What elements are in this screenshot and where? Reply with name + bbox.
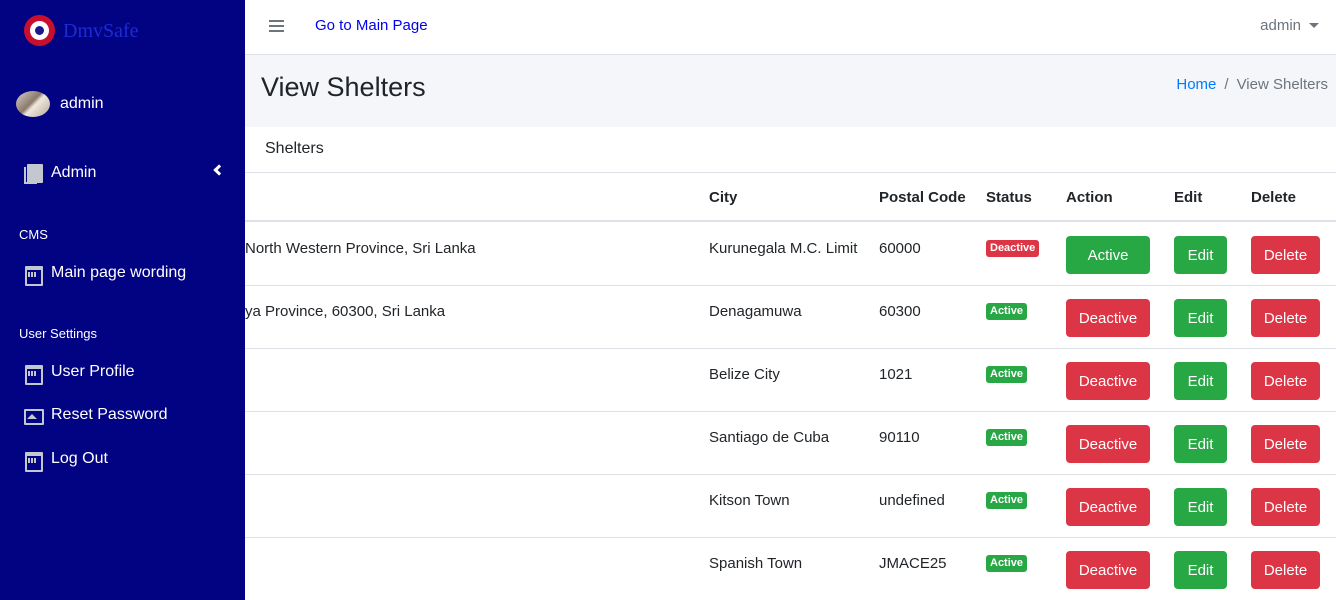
delete-button[interactable]: Delete [1251, 488, 1320, 526]
sidebar-item-log-out[interactable]: Log Out [0, 439, 245, 479]
brand-link[interactable]: DmvSafe [0, 0, 245, 60]
content-header: View Shelters Home / View Shelters [245, 55, 1336, 127]
column-header-edit: Edit [1174, 189, 1203, 206]
table-row: Spanish Town JMACE25 Active Deactive Edi… [245, 538, 1336, 600]
calendar-icon [24, 363, 43, 385]
city-cell: Denagamuwa [709, 303, 802, 320]
activate-button[interactable]: Active [1066, 236, 1150, 274]
edit-button[interactable]: Edit [1174, 551, 1227, 589]
postal-code-cell: undefined [879, 492, 945, 509]
column-header-action: Action [1066, 189, 1113, 206]
city-cell: Kurunegala M.C. Limit [709, 240, 858, 257]
postal-code-cell: 60300 [879, 303, 921, 320]
menu-toggle-icon[interactable] [269, 20, 284, 33]
table-row: North Western Province, Sri Lanka Kurune… [245, 223, 1336, 286]
page-title: View Shelters [261, 72, 426, 102]
sidebar: DmvSafe admin Admin CMS Main page wordin… [0, 0, 245, 600]
brand-logo-icon [24, 14, 55, 46]
sidebar-item-admin[interactable]: Admin [0, 153, 245, 193]
sidebar-item-label: Main page wording [51, 264, 187, 281]
top-navbar: Go to Main Page admin [245, 0, 1336, 55]
city-cell: Santiago de Cuba [709, 429, 830, 446]
delete-button[interactable]: Delete [1251, 362, 1320, 400]
user-menu-label: admin [1260, 17, 1301, 34]
brand-name: DmvSafe [63, 19, 139, 42]
column-header-postal-code: Postal Code [879, 189, 966, 206]
postal-code-cell: 1021 [879, 366, 913, 383]
edit-button[interactable]: Edit [1174, 488, 1227, 526]
deactivate-button[interactable]: Deactive [1066, 425, 1150, 463]
copy-icon [24, 164, 43, 184]
chevron-left-icon [213, 164, 225, 176]
status-badge: Active [986, 429, 1028, 446]
sidebar-item-label: Log Out [51, 450, 108, 467]
table-header-row: City Postal Code Status Action Edit Dele… [245, 173, 1336, 222]
table-row: Santiago de Cuba 90110 Active Deactive E… [245, 412, 1336, 475]
sidebar-item-main-page-wording[interactable]: Main page wording [0, 253, 245, 293]
sidebar-item-user-profile[interactable]: User Profile [0, 352, 245, 392]
deactivate-button[interactable]: Deactive [1066, 299, 1150, 337]
nav-header-user-settings: User Settings [19, 326, 98, 341]
shelters-table: City Postal Code Status Action Edit Dele… [245, 173, 1336, 600]
city-cell: Belize City [709, 366, 780, 383]
table-row: ya Province, 60300, Sri Lanka Denagamuwa… [245, 286, 1336, 349]
calendar-icon [24, 264, 43, 286]
card-header: Shelters [245, 127, 1336, 173]
table-row: Belize City 1021 Active Deactive Edit De… [245, 349, 1336, 412]
status-badge: Active [986, 492, 1028, 509]
deactivate-button[interactable]: Deactive [1066, 362, 1150, 400]
delete-button[interactable]: Delete [1251, 425, 1320, 463]
nav-header-cms: CMS [19, 227, 48, 242]
go-to-main-page-link[interactable]: Go to Main Page [315, 17, 428, 34]
column-header-delete: Delete [1251, 189, 1297, 206]
card-title: Shelters [265, 140, 324, 157]
city-cell: Spanish Town [709, 555, 803, 572]
avatar [16, 90, 50, 117]
edit-button[interactable]: Edit [1174, 299, 1227, 337]
status-badge: Active [986, 366, 1028, 383]
city-cell: Kitson Town [709, 492, 790, 509]
status-badge: Deactive [986, 240, 1040, 257]
deactivate-button[interactable]: Deactive [1066, 551, 1150, 589]
calendar-icon [24, 450, 43, 472]
postal-code-cell: 60000 [879, 240, 921, 257]
edit-button[interactable]: Edit [1174, 236, 1227, 274]
address-cell: ya Province, 60300, Sri Lanka [245, 303, 446, 320]
breadcrumb-current: View Shelters [1236, 76, 1328, 93]
breadcrumb-separator: / [1224, 76, 1229, 93]
delete-button[interactable]: Delete [1251, 299, 1320, 337]
table-row: Kitson Town undefined Active Deactive Ed… [245, 475, 1336, 538]
image-icon [24, 406, 44, 425]
status-badge: Active [986, 555, 1028, 572]
postal-code-cell: 90110 [879, 429, 920, 446]
sidebar-item-label: Admin [51, 164, 97, 181]
delete-button[interactable]: Delete [1251, 551, 1320, 589]
sidebar-item-reset-password[interactable]: Reset Password [0, 395, 245, 435]
breadcrumb-home-link[interactable]: Home [1176, 76, 1216, 93]
column-header-city: City [709, 189, 738, 206]
breadcrumb: Home / View Shelters [1176, 76, 1328, 93]
deactivate-button[interactable]: Deactive [1066, 488, 1150, 526]
delete-button[interactable]: Delete [1251, 236, 1320, 274]
address-cell: North Western Province, Sri Lanka [245, 240, 476, 257]
caret-down-icon [1309, 23, 1319, 28]
edit-button[interactable]: Edit [1174, 362, 1227, 400]
sidebar-item-label: Reset Password [51, 406, 168, 423]
sidebar-item-label: User Profile [51, 363, 135, 380]
sidebar-user-name: admin [60, 94, 104, 112]
edit-button[interactable]: Edit [1174, 425, 1227, 463]
column-header-status: Status [986, 189, 1032, 206]
user-menu-dropdown[interactable]: admin [1260, 17, 1319, 34]
status-badge: Active [986, 303, 1028, 320]
user-panel[interactable]: admin [0, 60, 245, 148]
postal-code-cell: JMACE25 [879, 555, 947, 572]
